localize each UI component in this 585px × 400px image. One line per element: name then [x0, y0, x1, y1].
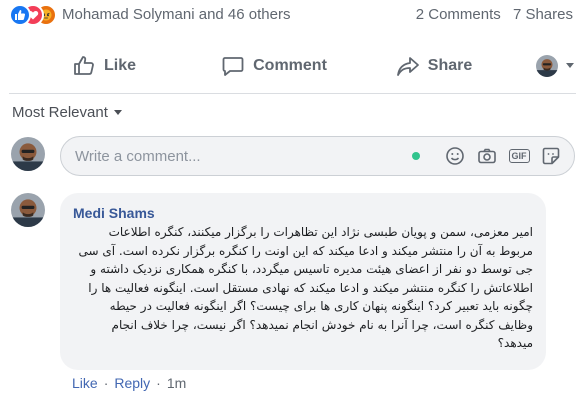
gif-label: GIF — [508, 149, 530, 163]
comment-bubble: Medi Shams امیر معزمی، سمن و پویان طبسی … — [60, 193, 546, 370]
separator-dot: · — [103, 375, 109, 391]
comment-timestamp[interactable]: 1m — [167, 375, 186, 391]
composer-avatar[interactable] — [11, 137, 45, 171]
active-status-dot — [412, 152, 420, 160]
sort-label: Most Relevant — [12, 104, 108, 121]
share-button[interactable]: Share — [384, 46, 484, 86]
sticker-icon[interactable] — [540, 145, 562, 167]
comment-bubble-icon — [222, 56, 244, 76]
comment-like-link[interactable]: Like — [72, 375, 98, 391]
section-divider — [9, 93, 576, 94]
share-arrow-icon — [396, 56, 419, 76]
separator-dot: · — [156, 375, 161, 391]
like-button-label: Like — [103, 56, 136, 74]
commenter-avatar[interactable] — [11, 193, 45, 227]
comment-button-label: Comment — [253, 56, 327, 74]
chevron-down-icon — [566, 63, 574, 68]
post-actions-bar: Like Comment Share — [9, 43, 576, 88]
reaction-icons[interactable] — [9, 4, 57, 26]
comment-reply-link[interactable]: Reply — [114, 375, 150, 391]
shares-count-link[interactable]: 7 Shares — [513, 6, 573, 23]
comment-author-link[interactable]: Medi Shams — [73, 205, 155, 221]
comment-actions: Like · Reply · 1m — [72, 375, 186, 391]
camera-icon[interactable] — [476, 145, 498, 167]
comments-count-link[interactable]: 2 Comments — [416, 6, 501, 23]
gif-icon[interactable]: GIF — [508, 145, 530, 167]
comment-body-text: امیر معزمی، سمن و پویان طبسی نژاد این تظ… — [78, 225, 534, 350]
comment-button[interactable]: Comment — [204, 46, 344, 86]
composer-tools: GIF — [412, 145, 562, 167]
current-user-avatar — [536, 54, 558, 77]
share-button-label: Share — [427, 56, 473, 74]
comment-input[interactable] — [75, 137, 435, 175]
like-reaction-icon — [9, 4, 31, 26]
emoji-icon[interactable] — [444, 145, 466, 167]
comment-composer: GIF — [60, 136, 575, 176]
reactions-summary: Mohamad Solymani and 46 others 2 Comment… — [0, 0, 585, 32]
like-button[interactable]: Like — [49, 46, 159, 86]
reactors-summary-text[interactable]: Mohamad Solymani and 46 others — [62, 6, 290, 23]
post-as-selector[interactable] — [536, 54, 574, 77]
engagement-counts: 2 Comments 7 Shares — [408, 6, 573, 23]
thumbs-up-icon — [74, 55, 94, 75]
chevron-down-icon — [113, 110, 122, 115]
comment-sort-dropdown[interactable]: Most Relevant — [12, 104, 122, 121]
